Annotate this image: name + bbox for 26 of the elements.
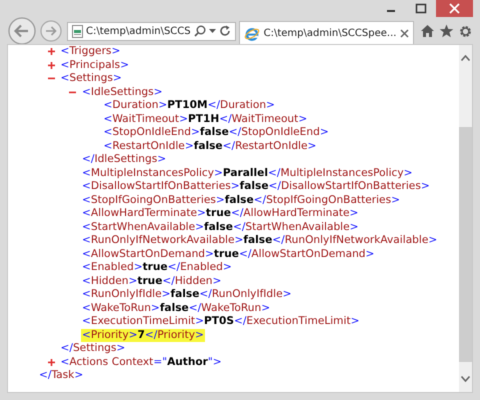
xml-line: <Enabled>true</Enabled> bbox=[81, 261, 233, 274]
xml-line: </Settings> bbox=[60, 342, 126, 356]
xml-line: <Principals> bbox=[60, 58, 130, 72]
xml-line: <RestartOnIdle>false</RestartOnIdle> bbox=[102, 140, 318, 153]
xml-line: <DisallowStartIfOnBatteries>false</DisallowStartIfOnBatteries> bbox=[81, 180, 431, 194]
xml-line: <ExecutionTimeLimit>PT0S</ExecutionTimeLimit> bbox=[81, 315, 360, 328]
xml-line: <Duration>PT10M</Duration> bbox=[102, 99, 276, 112]
xml-line: <Settings> bbox=[60, 72, 123, 86]
xml-line: <Hidden>true</Hidden> bbox=[81, 274, 222, 288]
xml-line: </IdleSettings> bbox=[81, 153, 168, 166]
xml-line: <RunOnlyIfNetworkAvailable>false</RunOnlyIfNetworkAvailable> bbox=[81, 234, 438, 248]
xml-line: <MultipleInstancesPolicy>Parallel</MultipleInstancesPolicy> bbox=[81, 166, 414, 180]
xml-line: <StopIfGoingOnBatteries>false</StopIfGoingOnBatteries> bbox=[81, 194, 401, 207]
xml-line: <RunOnlyIfIdle>false</RunOnlyIfIdle> bbox=[81, 288, 293, 302]
xml-line: <Actions Context="Author"> bbox=[60, 356, 223, 369]
xml-line: <WaitTimeout>PT1H</WaitTimeout> bbox=[102, 112, 308, 126]
address-bar[interactable]: C:\temp\admin\SCCS bbox=[67, 22, 236, 40]
xml-line: <AllowStartOnDemand>true</AllowStartOnDemand> bbox=[81, 248, 376, 261]
xml-line: <IdleSettings> bbox=[81, 86, 164, 99]
xml-line: <AllowHardTerminate>true</AllowHardTerminate> bbox=[81, 207, 360, 220]
xml-line: </Task> bbox=[38, 369, 84, 382]
xml-line: <WakeToRun>false</WakeToRun> bbox=[81, 302, 272, 315]
browser-tab[interactable]: C:\temp\admin\SCCSpee... bbox=[238, 21, 414, 45]
xml-line: <Triggers> bbox=[60, 45, 122, 58]
xml-line: <StartWhenAvailable>false</StartWhenAvailable> bbox=[81, 220, 360, 234]
xml-line: <StopOnIdleEnd>false</StopOnIdleEnd> bbox=[102, 126, 330, 140]
